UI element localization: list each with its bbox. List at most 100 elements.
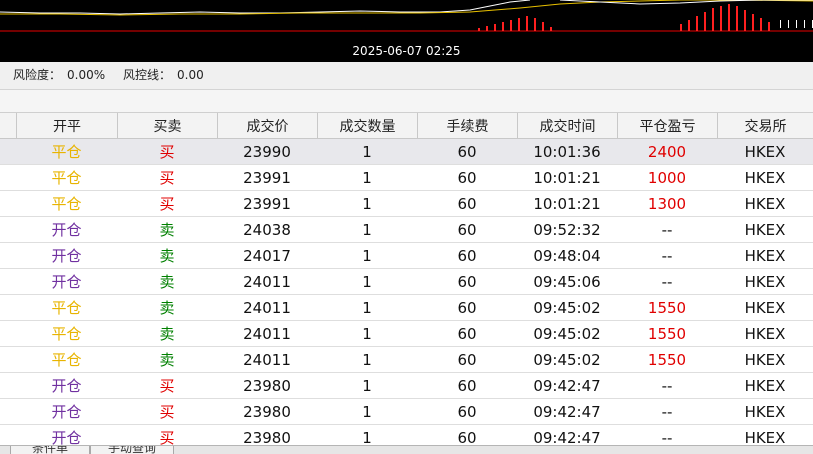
table-row[interactable]: 开仓 卖 24011 1 60 09:45:06 -- HKEX xyxy=(0,269,813,295)
close-pnl-cell: 2400 xyxy=(647,142,687,161)
time-cell: 09:42:47 xyxy=(533,376,601,395)
table-header: 开平 买卖 成交价 成交数量 手续费 成交时间 平仓盈亏 交易所 xyxy=(0,113,813,139)
exchange-cell: HKEX xyxy=(744,428,786,446)
time-cell: 09:45:02 xyxy=(533,350,601,369)
price-cell: 24011 xyxy=(243,324,291,343)
header-col-exchange[interactable]: 交易所 xyxy=(717,113,813,138)
buy-sell-cell: 卖 xyxy=(159,247,175,265)
fee-cell: 60 xyxy=(457,142,477,161)
time-cell: 09:48:04 xyxy=(533,246,601,265)
buy-sell-cell: 买 xyxy=(159,429,175,445)
volume-bar xyxy=(534,18,536,31)
table-row[interactable]: 平仓 买 23991 1 60 10:01:21 1000 HKEX xyxy=(0,165,813,191)
time-cell: 10:01:21 xyxy=(533,168,601,187)
header-col-time[interactable]: 成交时间 xyxy=(517,113,617,138)
quantity-cell: 1 xyxy=(362,220,372,239)
table-row[interactable]: 平仓 买 23990 1 60 10:01:36 2400 HKEX xyxy=(0,139,813,165)
open-close-cell: 开仓 xyxy=(51,247,82,265)
price-cell: 23980 xyxy=(243,428,291,446)
quantity-cell: 1 xyxy=(362,272,372,291)
open-close-cell: 平仓 xyxy=(51,169,82,187)
price-cell: 23980 xyxy=(243,376,291,395)
fee-cell: 60 xyxy=(457,246,477,265)
fee-cell: 60 xyxy=(457,194,477,213)
header-col-open-close[interactable]: 开平 xyxy=(16,113,117,138)
header-col-quantity[interactable]: 成交数量 xyxy=(317,113,417,138)
buy-sell-cell: 卖 xyxy=(159,273,175,291)
buy-sell-cell: 买 xyxy=(159,195,175,213)
time-cell: 10:01:21 xyxy=(533,194,601,213)
close-pnl-cell: -- xyxy=(661,272,673,291)
table-row[interactable]: 开仓 买 23980 1 60 09:42:47 -- HKEX xyxy=(0,373,813,399)
volume-bar xyxy=(550,27,552,31)
open-close-cell: 平仓 xyxy=(51,195,82,213)
table-row[interactable]: 平仓 卖 24011 1 60 09:45:02 1550 HKEX xyxy=(0,321,813,347)
volume-bar xyxy=(728,4,730,31)
buy-sell-cell: 买 xyxy=(159,143,175,161)
quantity-cell: 1 xyxy=(362,168,372,187)
exchange-cell: HKEX xyxy=(744,142,786,161)
exchange-cell: HKEX xyxy=(744,272,786,291)
open-close-cell: 开仓 xyxy=(51,377,82,395)
close-pnl-cell: -- xyxy=(661,428,673,446)
volume-bar xyxy=(744,10,746,31)
time-cell: 09:45:02 xyxy=(533,298,601,317)
header-col-buy-sell[interactable]: 买卖 xyxy=(117,113,217,138)
volume-bar xyxy=(478,28,480,31)
open-close-cell: 平仓 xyxy=(51,351,82,369)
buy-sell-cell: 买 xyxy=(159,169,175,187)
volume-tick xyxy=(788,20,789,28)
price-cell: 23991 xyxy=(243,168,291,187)
exchange-cell: HKEX xyxy=(744,194,786,213)
time-cell: 09:52:32 xyxy=(533,220,601,239)
quantity-cell: 1 xyxy=(362,350,372,369)
exchange-cell: HKEX xyxy=(744,350,786,369)
fee-cell: 60 xyxy=(457,350,477,369)
exchange-cell: HKEX xyxy=(744,168,786,187)
quantity-cell: 1 xyxy=(362,142,372,161)
table-row[interactable]: 开仓 卖 24017 1 60 09:48:04 -- HKEX xyxy=(0,243,813,269)
fee-cell: 60 xyxy=(457,168,477,187)
time-cell: 09:45:02 xyxy=(533,324,601,343)
quantity-cell: 1 xyxy=(362,376,372,395)
open-close-cell: 开仓 xyxy=(51,273,82,291)
open-close-cell: 开仓 xyxy=(51,221,82,239)
quantity-cell: 1 xyxy=(362,246,372,265)
buy-sell-cell: 卖 xyxy=(159,221,175,239)
volume-tick xyxy=(796,20,797,28)
exchange-cell: HKEX xyxy=(744,246,786,265)
header-col-fee[interactable]: 手续费 xyxy=(417,113,517,138)
table-row[interactable]: 平仓 卖 24011 1 60 09:45:02 1550 HKEX xyxy=(0,295,813,321)
open-close-cell: 开仓 xyxy=(51,403,82,421)
time-cell: 10:01:36 xyxy=(533,142,601,161)
header-col-close-pnl[interactable]: 平仓盈亏 xyxy=(617,113,717,138)
fee-cell: 60 xyxy=(457,376,477,395)
chart-timestamp: 2025-06-07 02:25 xyxy=(352,44,461,58)
volume-bar xyxy=(712,8,714,31)
exchange-cell: HKEX xyxy=(744,402,786,421)
price-cell: 24011 xyxy=(243,298,291,317)
table-row[interactable]: 开仓 买 23980 1 60 09:42:47 -- HKEX xyxy=(0,399,813,425)
volume-bar xyxy=(502,22,504,31)
chart-canvas xyxy=(0,0,813,32)
price-cell: 24011 xyxy=(243,272,291,291)
buy-sell-cell: 买 xyxy=(159,377,175,395)
trade-record-table[interactable]: 开平 买卖 成交价 成交数量 手续费 成交时间 平仓盈亏 交易所 平仓买 23990 1 60 10:… xyxy=(0,113,813,445)
open-close-cell: 平仓 xyxy=(51,143,82,161)
quantity-cell: 1 xyxy=(362,324,372,343)
table-row[interactable]: 平仓 卖 24011 1 60 09:45:02 1550 HKEX xyxy=(0,347,813,373)
table-toolbar xyxy=(0,90,813,113)
price-cell: 23990 xyxy=(243,142,291,161)
risk-line-label: 风控线： xyxy=(123,68,172,82)
table-row[interactable]: 开仓 卖 24038 1 60 09:52:32 -- HKEX xyxy=(0,217,813,243)
fee-cell: 60 xyxy=(457,402,477,421)
open-close-cell: 平仓 xyxy=(51,325,82,343)
table-row[interactable]: 平仓 买 23991 1 60 10:01:21 1300 HKEX xyxy=(0,191,813,217)
volume-bar xyxy=(494,24,496,31)
risk-degree-value: 0.00% xyxy=(67,68,106,82)
fee-cell: 60 xyxy=(457,272,477,291)
header-col-price[interactable]: 成交价 xyxy=(217,113,317,138)
table-row[interactable]: 开仓 买 23980 1 60 09:42:47 -- HKEX xyxy=(0,425,813,446)
close-pnl-cell: -- xyxy=(661,220,673,239)
volume-bar xyxy=(696,16,698,31)
